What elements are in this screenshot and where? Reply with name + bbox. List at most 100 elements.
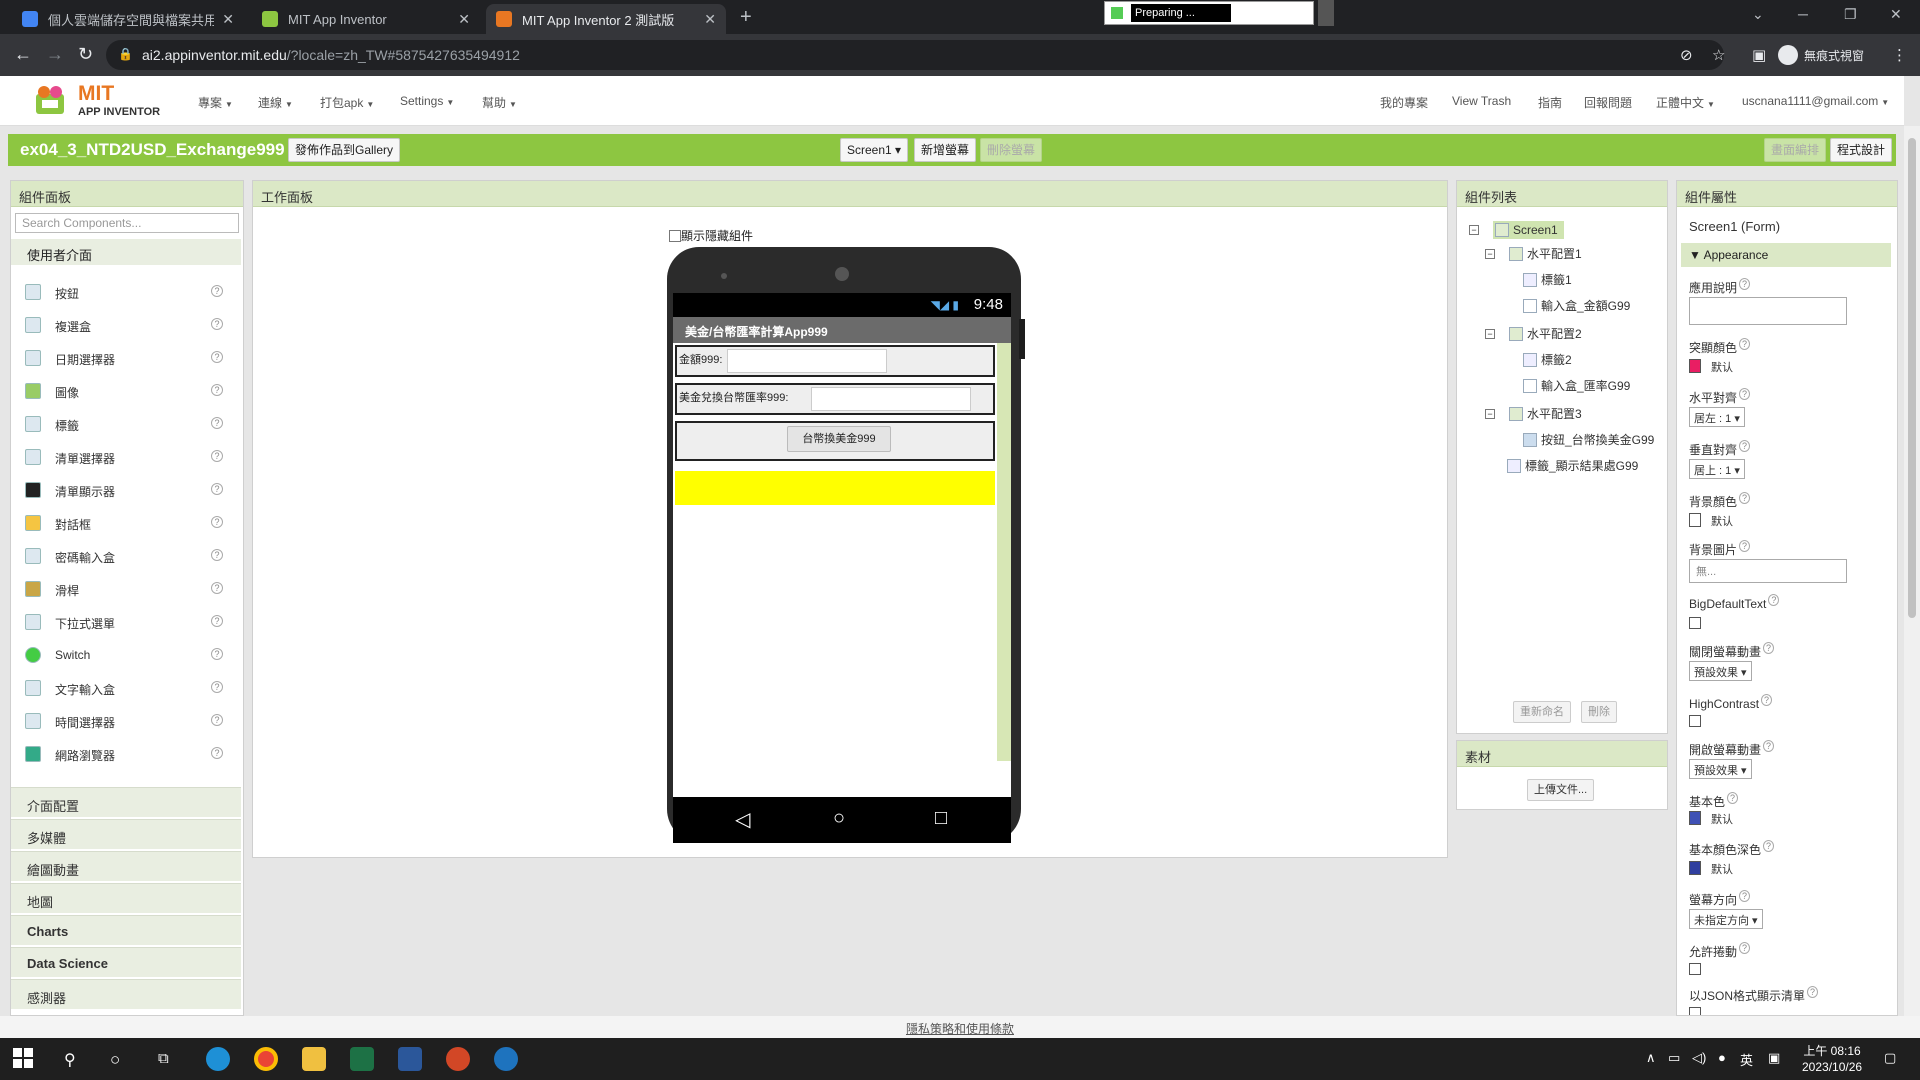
palette-item-datepicker[interactable]: 日期選擇器?: [11, 342, 241, 375]
mit-logo[interactable]: MIT APP INVENTOR: [32, 80, 162, 122]
help-icon[interactable]: ?: [211, 582, 223, 594]
scrollable-checkbox[interactable]: [1689, 963, 1701, 975]
tree-node-harr2[interactable]: − 水平配置2: [1485, 325, 1582, 342]
rate-textbox[interactable]: [811, 387, 971, 411]
close-window-icon[interactable]: ✕: [1890, 6, 1902, 23]
collapse-icon[interactable]: −: [1485, 328, 1495, 339]
tree-node-harr1[interactable]: − 水平配置1: [1485, 245, 1582, 262]
palette-item-notifier[interactable]: 對話框?: [11, 507, 241, 540]
high-contrast-checkbox[interactable]: [1689, 715, 1701, 727]
link-view-trash[interactable]: View Trash: [1452, 94, 1511, 108]
forward-icon[interactable]: →: [46, 44, 64, 65]
help-icon[interactable]: ?: [211, 450, 223, 462]
palette-item-slider[interactable]: 滑桿?: [11, 573, 241, 606]
internet-explorer-icon[interactable]: [494, 1047, 518, 1071]
add-screen-button[interactable]: 新增螢幕: [914, 138, 977, 162]
help-icon[interactable]: ?: [211, 648, 223, 660]
restore-icon[interactable]: ❐: [1844, 6, 1857, 23]
category-media[interactable]: 多媒體: [11, 819, 241, 849]
palette-item-webviewer[interactable]: 網路瀏覽器?: [11, 738, 241, 771]
horizontal-arrangement-3[interactable]: 台幣換美金999: [675, 421, 995, 461]
menu-connect[interactable]: 連線 ▼: [258, 94, 293, 111]
help-icon[interactable]: ?: [211, 318, 223, 330]
help-icon[interactable]: ?: [211, 351, 223, 363]
accent-color-value[interactable]: 默认: [1711, 359, 1733, 375]
category-drawing[interactable]: 繪圖動畫: [11, 851, 241, 881]
primary-color-value[interactable]: 默认: [1711, 811, 1733, 827]
close-icon[interactable]: ✕: [704, 11, 716, 28]
menu-help[interactable]: 幫助 ▼: [482, 94, 517, 111]
link-my-projects[interactable]: 我的專案: [1380, 94, 1428, 111]
open-anim-select[interactable]: 預設效果 ▾: [1689, 759, 1752, 779]
tree-node-amount-textbox[interactable]: 輸入盒_金額G99: [1523, 297, 1630, 314]
help-icon[interactable]: ?: [211, 549, 223, 561]
remove-screen-button[interactable]: 刪除螢幕: [980, 138, 1043, 162]
tab-search-icon[interactable]: ⌄: [1752, 6, 1764, 23]
reload-icon[interactable]: ↻: [78, 44, 93, 65]
screen-select[interactable]: Screen1 ▾: [840, 138, 909, 162]
palette-item-switch[interactable]: Switch?: [11, 639, 241, 672]
ime-indicator[interactable]: 英: [1740, 1050, 1753, 1069]
volume-icon[interactable]: ◁): [1692, 1050, 1706, 1066]
convert-button[interactable]: 台幣換美金999: [787, 426, 891, 452]
chrome-icon[interactable]: [254, 1047, 278, 1071]
blocks-button[interactable]: 程式設計: [1830, 138, 1893, 162]
search-icon[interactable]: ⚲: [64, 1050, 76, 1070]
ime-mode-icon[interactable]: ▣: [1768, 1050, 1780, 1066]
help-icon[interactable]: ?: [211, 681, 223, 693]
collapse-icon[interactable]: −: [1469, 225, 1479, 235]
delete-button[interactable]: 刪除: [1581, 701, 1617, 723]
accent-color-swatch[interactable]: [1689, 359, 1701, 373]
primary-dark-color-swatch[interactable]: [1689, 861, 1701, 875]
new-tab-icon[interactable]: +: [740, 6, 752, 29]
tree-node-screen1[interactable]: − Screen1: [1469, 221, 1564, 239]
label-amount[interactable]: 金額999:: [679, 351, 722, 367]
menu-account[interactable]: uscnana1111@gmail.com ▼: [1742, 94, 1889, 108]
close-anim-select[interactable]: 預設效果 ▾: [1689, 661, 1752, 681]
excel-icon[interactable]: [350, 1047, 374, 1071]
tree-node-convert-button[interactable]: 按鈕_台幣換美金G99: [1523, 431, 1654, 448]
horizontal-arrangement-2[interactable]: 美金兌換台幣匯率999:: [675, 383, 995, 415]
bg-image-picker[interactable]: 無...: [1689, 559, 1847, 583]
browser-tab-drive[interactable]: 個人雲端儲存空間與檔案共用平 ✕: [12, 4, 244, 34]
word-icon[interactable]: [398, 1047, 422, 1071]
help-icon[interactable]: ?: [211, 384, 223, 396]
palette-item-textbox[interactable]: 文字輸入盒?: [11, 672, 241, 705]
windows-start-icon[interactable]: [12, 1047, 36, 1071]
category-charts[interactable]: Charts: [11, 915, 241, 945]
network-icon[interactable]: ▭: [1668, 1050, 1680, 1066]
collapse-icon[interactable]: −: [1485, 408, 1495, 419]
help-icon[interactable]: ?: [211, 714, 223, 726]
category-layout[interactable]: 介面配置: [11, 787, 241, 817]
tree-node-label2[interactable]: 標籤2: [1523, 351, 1572, 368]
task-view-icon[interactable]: ⧉: [158, 1050, 169, 1067]
edge-browser-icon[interactable]: [206, 1047, 230, 1071]
bg-color-value[interactable]: 默认: [1711, 513, 1733, 529]
close-icon[interactable]: ✕: [458, 11, 470, 28]
checkbox[interactable]: [669, 229, 681, 242]
tree-node-label1[interactable]: 標籤1: [1523, 271, 1572, 288]
show-hidden-checkbox[interactable]: 顯示隱藏組件: [669, 227, 753, 244]
rename-button[interactable]: 重新命名: [1513, 701, 1571, 723]
page-scrollbar[interactable]: [1904, 126, 1920, 1016]
primary-color-swatch[interactable]: [1689, 811, 1701, 825]
browser-tab-mit[interactable]: MIT App Inventor ✕: [252, 4, 480, 34]
palette-item-timepicker[interactable]: 時間選擇器?: [11, 705, 241, 738]
palette-item-checkbox[interactable]: 複選盒?: [11, 309, 241, 342]
back-icon[interactable]: ←: [14, 44, 32, 65]
menu-build[interactable]: 打包apk ▼: [320, 94, 374, 111]
more-menu-icon[interactable]: ⋮: [1892, 46, 1907, 64]
browser-tab-active[interactable]: MIT App Inventor 2 測試版 ✕: [486, 4, 726, 34]
appearance-section[interactable]: ▼ Appearance: [1681, 243, 1891, 267]
link-guide[interactable]: 指南: [1538, 94, 1562, 111]
help-icon[interactable]: ?: [211, 285, 223, 297]
microphone-icon[interactable]: ●: [1718, 1050, 1726, 1065]
palette-item-button[interactable]: 按鈕?: [11, 276, 241, 309]
link-report-issue[interactable]: 回報問題: [1584, 94, 1632, 111]
bg-color-swatch[interactable]: [1689, 513, 1701, 527]
notifications-icon[interactable]: ▢: [1884, 1050, 1896, 1066]
scrollbar-thumb[interactable]: [1908, 138, 1916, 618]
result-label[interactable]: [675, 471, 995, 505]
file-explorer-icon[interactable]: [302, 1047, 326, 1071]
powerpoint-icon[interactable]: [446, 1047, 470, 1071]
